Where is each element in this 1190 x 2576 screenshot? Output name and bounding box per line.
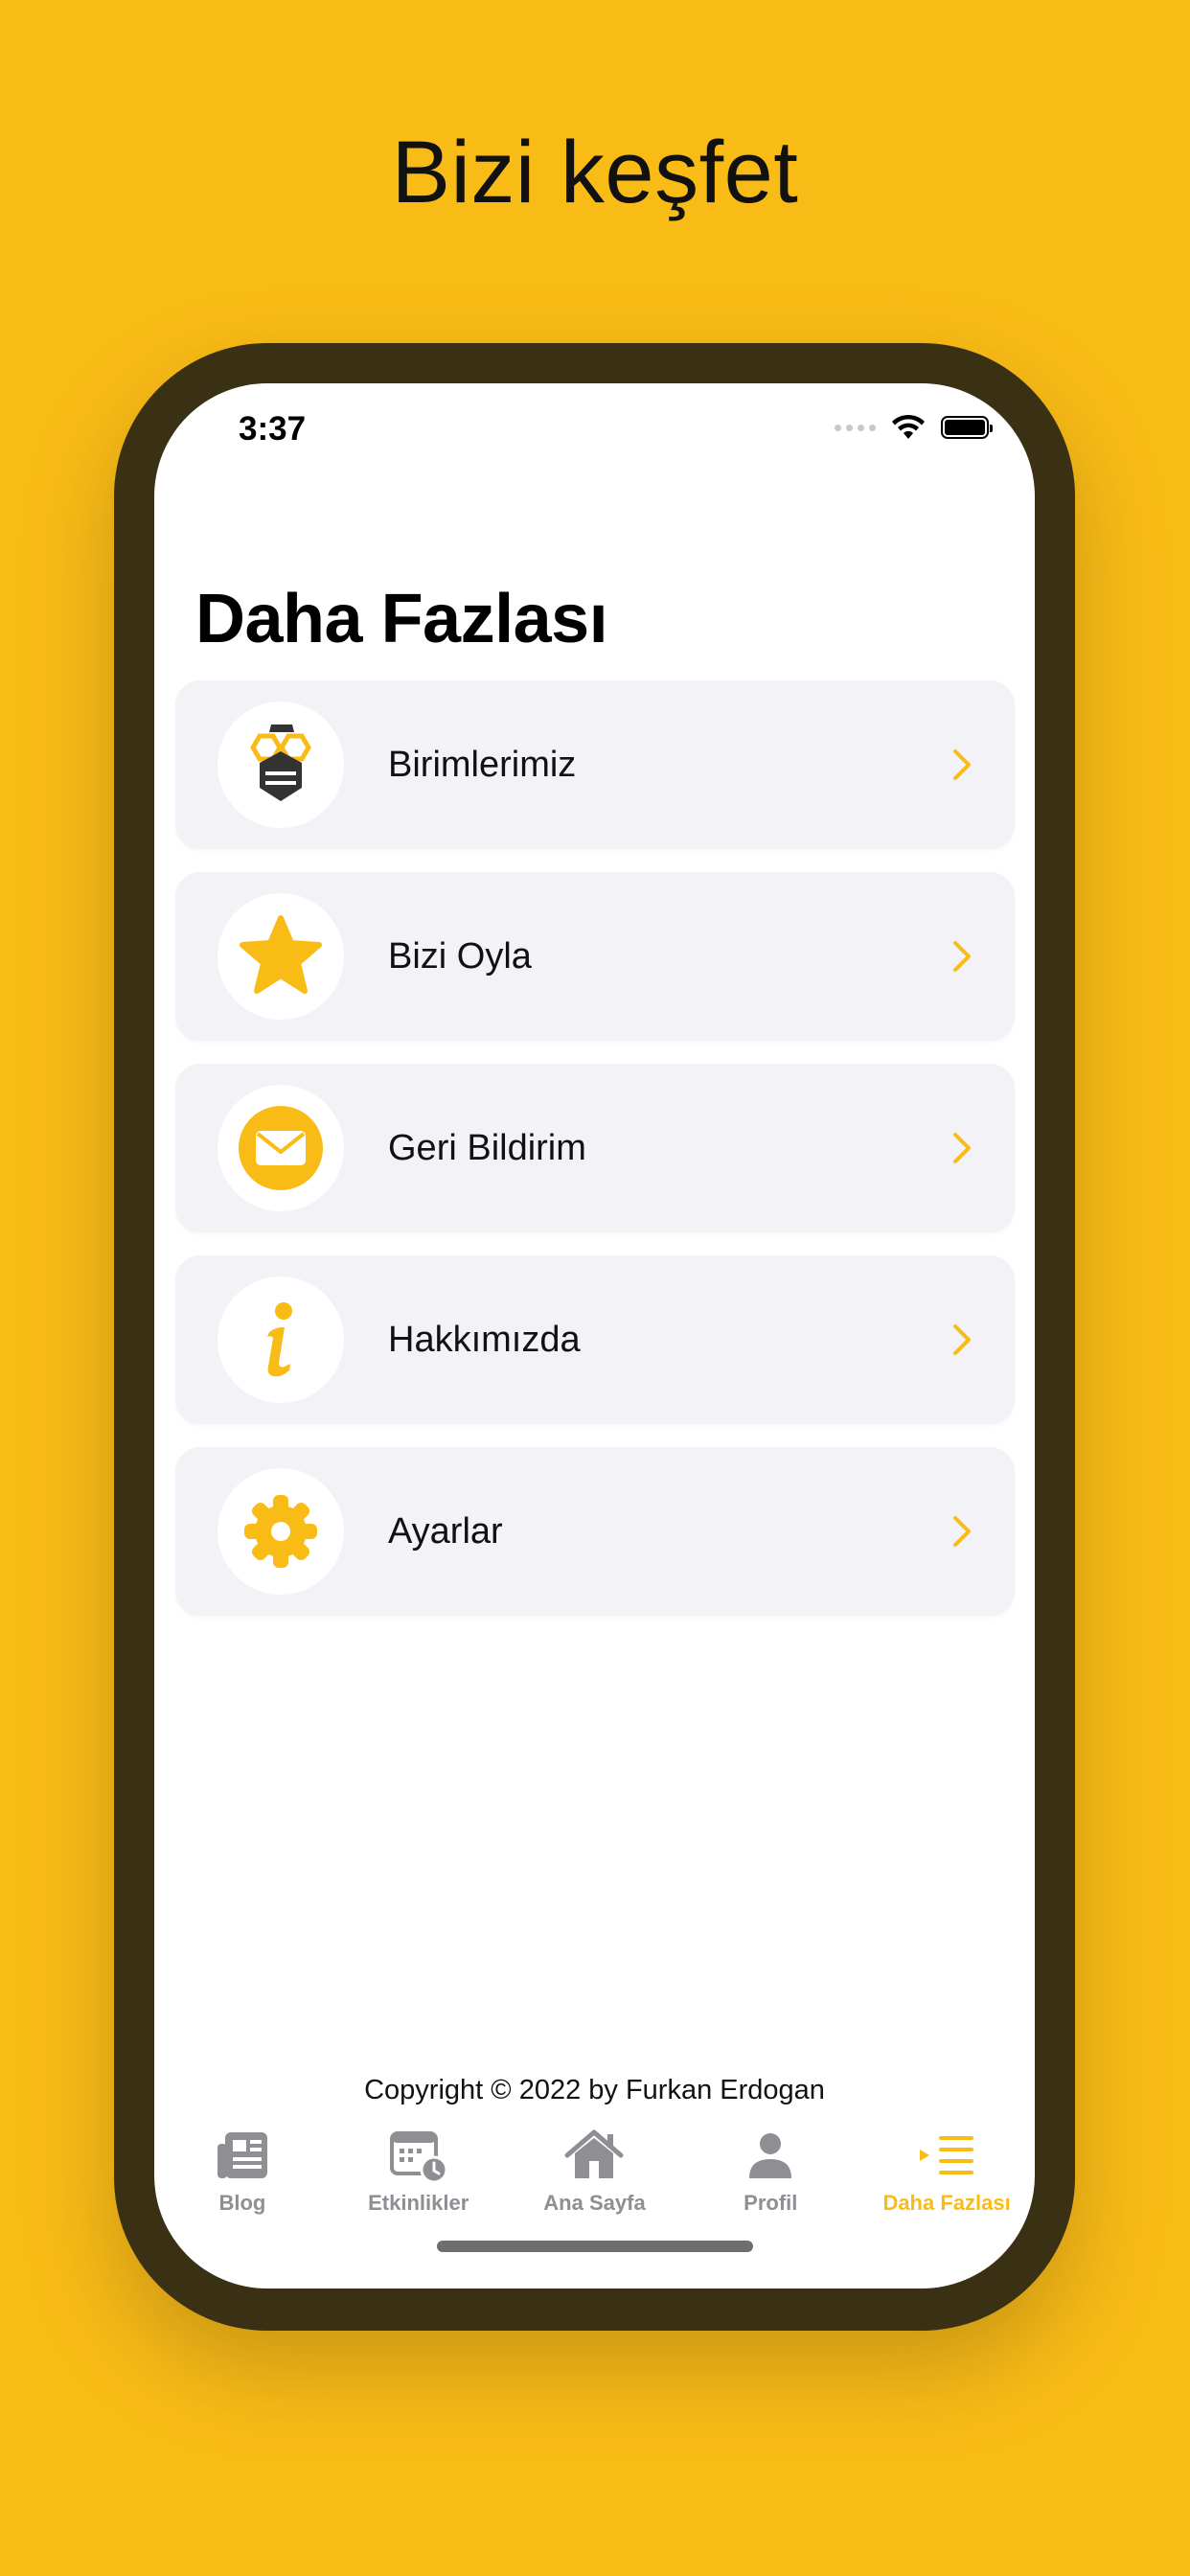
tab-bar: Blog Etkinlikler Ana Sayfa Profil Daha F… <box>154 2120 1035 2225</box>
tab-label: Daha Fazlası <box>882 2191 1011 2215</box>
tab-label: Profil <box>744 2191 798 2215</box>
battery-icon <box>941 416 993 439</box>
tab-label: Blog <box>218 2191 266 2215</box>
menu-item-icon-circle <box>217 1276 344 1403</box>
menu-item-label: Bizi Oyla <box>388 935 532 977</box>
info-icon <box>267 1302 292 1377</box>
tab-profil[interactable]: Profil <box>682 2120 858 2225</box>
menu-item-icon-circle <box>217 1468 344 1595</box>
chevron-right-icon <box>953 1324 971 1355</box>
tab-ana-sayfa[interactable]: Ana Sayfa <box>507 2120 683 2225</box>
menu-item-bizi-oyla[interactable]: Bizi Oyla <box>175 872 1015 1041</box>
chevron-right-icon <box>953 749 971 780</box>
promo-headline: Bizi keşfet <box>391 124 799 221</box>
menu-item-geri-bildirim[interactable]: Geri Bildirim <box>175 1064 1015 1232</box>
home-indicator[interactable] <box>437 2241 753 2252</box>
menu-item-label: Birimlerimiz <box>388 744 577 785</box>
list-icon <box>920 2136 974 2174</box>
menu-item-label: Hakkımızda <box>388 1319 581 1360</box>
newspaper-icon <box>217 2132 267 2178</box>
menu-item-ayarlar[interactable]: Ayarlar <box>175 1447 1015 1616</box>
menu-item-label: Ayarlar <box>388 1510 503 1552</box>
envelope-icon <box>239 1106 323 1190</box>
tab-daha-fazlasi[interactable]: Daha Fazlası <box>858 2120 1035 2225</box>
calendar-clock-icon <box>389 2131 448 2183</box>
phone-frame: 3:37 Daha Fazlası Birimlerimiz Bizi Oyla… <box>114 343 1075 2331</box>
cellular-signal-icon <box>835 424 876 431</box>
wifi-icon <box>892 414 925 439</box>
menu-list: Birimlerimiz Bizi Oyla Geri Bildirim Hak… <box>175 680 1015 1639</box>
copyright-text: Copyright © 2022 by Furkan Erdogan <box>364 2075 825 2105</box>
tab-label: Ana Sayfa <box>543 2191 646 2215</box>
menu-item-icon-circle <box>217 893 344 1020</box>
phone-screen: 3:37 Daha Fazlası Birimlerimiz Bizi Oyla… <box>154 383 1035 2288</box>
menu-item-icon-circle <box>217 1085 344 1211</box>
chevron-right-icon <box>953 941 971 972</box>
menu-item-birimlerimiz[interactable]: Birimlerimiz <box>175 680 1015 849</box>
star-icon <box>240 915 322 994</box>
tab-label: Etkinlikler <box>368 2191 469 2215</box>
tab-etkinlikler[interactable]: Etkinlikler <box>331 2120 507 2225</box>
menu-item-hakkimizda[interactable]: Hakkımızda <box>175 1255 1015 1424</box>
status-icons <box>835 414 993 441</box>
chevron-right-icon <box>953 1516 971 1547</box>
chevron-right-icon <box>953 1133 971 1163</box>
gear-icon <box>244 1495 317 1568</box>
person-icon <box>749 2133 792 2178</box>
status-time: 3:37 <box>239 410 307 448</box>
status-bar: 3:37 <box>154 383 1035 479</box>
tab-blog[interactable]: Blog <box>154 2120 331 2225</box>
house-icon <box>564 2129 624 2178</box>
page-title: Daha Fazlası <box>195 581 608 657</box>
menu-item-icon-circle <box>217 702 344 828</box>
bee-logo-icon <box>250 724 311 801</box>
menu-item-label: Geri Bildirim <box>388 1127 586 1168</box>
